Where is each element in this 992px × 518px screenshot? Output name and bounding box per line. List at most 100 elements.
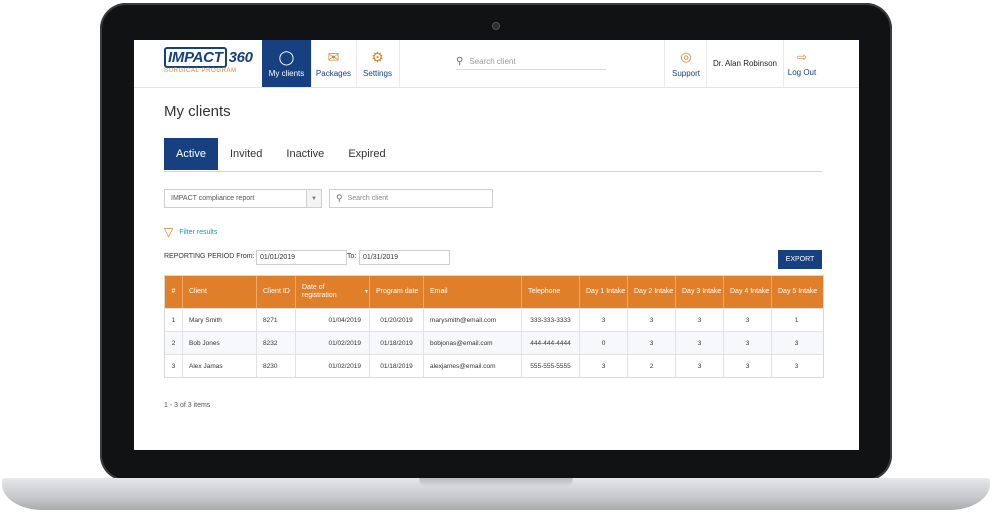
- col-day3[interactable]: Day 3 Intake: [676, 276, 724, 308]
- search-icon: ⚲: [336, 193, 343, 203]
- cell-program-date: 01/18/2019: [370, 332, 424, 354]
- col-registration-label: Date of registration: [302, 284, 337, 299]
- cell-telephone: 555-555-5555: [522, 355, 580, 377]
- client-search-input[interactable]: ⚲ Search client: [329, 189, 493, 208]
- pagination-summary: 1 - 3 of 3 items: [164, 402, 211, 409]
- search-icon: ⚲: [456, 56, 464, 67]
- col-telephone[interactable]: Telephone: [522, 276, 580, 308]
- cell-client-id: 8230: [257, 355, 296, 377]
- page-title: My clients: [164, 103, 231, 120]
- cell-day1: 3: [580, 355, 628, 377]
- export-button[interactable]: EXPORT: [778, 250, 822, 269]
- cell-client[interactable]: Alex Jamas: [183, 355, 257, 377]
- cell-program-date: 01/18/2019: [370, 355, 424, 377]
- client-search-placeholder: Search client: [347, 195, 389, 202]
- col-number[interactable]: #: [165, 276, 183, 308]
- col-client-id[interactable]: Client ID: [257, 276, 296, 308]
- cell-day3: 3: [676, 332, 724, 354]
- support-label: Support: [671, 69, 701, 78]
- cell-day5: 3: [794, 339, 799, 347]
- logo-number: 360: [228, 49, 253, 66]
- cell-client[interactable]: Bob Jones: [183, 332, 257, 354]
- cell-day2: 3: [628, 332, 676, 354]
- col-day1[interactable]: Day 1 Intake: [580, 276, 628, 308]
- cell-program-date: 01/20/2019: [370, 309, 424, 331]
- cell-client[interactable]: Mary Smith: [183, 309, 257, 331]
- tab-expired[interactable]: Expired: [336, 138, 397, 170]
- date-from-field[interactable]: 01/01/2019: [256, 250, 347, 265]
- mail-icon: ✉: [327, 49, 340, 65]
- app-screen: IMPACT 360 SURGICAL PROGRAM ◯ My clients …: [134, 40, 859, 450]
- cell-number: 1: [165, 309, 183, 331]
- cell-number: 2: [165, 332, 183, 354]
- to-label: To:: [347, 253, 357, 260]
- date-to-field[interactable]: 01/31/2019: [359, 250, 450, 265]
- cell-day4: 3: [724, 309, 772, 331]
- support-button[interactable]: ◎ Support: [664, 40, 707, 87]
- header-search-placeholder: Search client: [469, 57, 516, 66]
- cell-email: marysmith@email.com: [424, 309, 522, 331]
- cell-day1: 3: [580, 309, 628, 331]
- logo-subtitle: SURGICAL PROGRAM: [164, 68, 237, 74]
- logo-brand: IMPACT: [164, 47, 227, 68]
- table-row[interactable]: 3 Alex Jamas 8230 01/02/2019 01/18/2019 …: [165, 354, 823, 377]
- filter-icon: ▽: [164, 225, 174, 239]
- table-row[interactable]: 1 Mary Smith 8271 01/04/2019 01/20/2019 …: [165, 308, 823, 331]
- gear-icon: ⚙: [371, 49, 384, 65]
- cell-client-id: 8232: [257, 332, 296, 354]
- cell-day2: 2: [628, 355, 676, 377]
- col-day5[interactable]: Day 5 Intake: [772, 276, 821, 308]
- cell-day4: 3: [724, 332, 772, 354]
- user-icon: ◯: [278, 49, 295, 65]
- cell-day3: 3: [676, 309, 724, 331]
- sort-down-icon[interactable]: ▼: [364, 288, 369, 296]
- table-header: # Client Client ID Date of registration …: [165, 276, 823, 308]
- cell-registration: 01/04/2019: [296, 309, 370, 331]
- nav-packages-label: Packages: [315, 69, 352, 78]
- report-select-value: IMPACT compliance report: [171, 195, 255, 202]
- table-row[interactable]: 2 Bob Jones 8232 01/02/2019 01/18/2019 b…: [165, 331, 823, 354]
- nav-my-clients-label: My clients: [268, 69, 305, 78]
- logout-button[interactable]: ⇨ Log Out: [782, 40, 822, 87]
- logout-label: Log Out: [787, 68, 817, 77]
- col-day4[interactable]: Day 4 Intake: [724, 276, 772, 308]
- cell-registration: 01/02/2019: [296, 355, 370, 377]
- status-tabs: Active Invited Inactive Expired: [164, 138, 822, 172]
- tab-invited[interactable]: Invited: [218, 138, 274, 170]
- filter-results-label: Filter results: [179, 228, 218, 236]
- chevron-down-icon: ▼: [306, 190, 321, 207]
- cell-client-id: 8271: [257, 309, 296, 331]
- filter-results-link[interactable]: ▽ Filter results: [164, 225, 217, 239]
- cell-day1: 0: [580, 332, 628, 354]
- col-registration[interactable]: Date of registration ▼: [296, 276, 370, 308]
- logo-title: IMPACT 360: [164, 47, 253, 68]
- top-bar: IMPACT 360 SURGICAL PROGRAM ◯ My clients …: [134, 40, 859, 88]
- header-search[interactable]: ⚲ Search client: [456, 54, 606, 70]
- col-email[interactable]: Email: [424, 276, 522, 308]
- cell-day2: 3: [628, 309, 676, 331]
- report-select[interactable]: IMPACT compliance report ▼: [164, 189, 322, 208]
- tab-active[interactable]: Active: [164, 138, 218, 170]
- cell-email: alexjames@email.com: [424, 355, 522, 377]
- nav-settings-label: Settings: [363, 69, 392, 78]
- tab-inactive[interactable]: Inactive: [274, 138, 336, 170]
- laptop-notch: [419, 478, 573, 487]
- cell-day5: 1: [794, 316, 799, 324]
- reporting-period-label: REPORTING PERIOD From:: [164, 253, 255, 260]
- cell-email: bobjonas@email.com: [424, 332, 522, 354]
- user-name[interactable]: Dr. Alan Robinson: [706, 40, 784, 87]
- impact-360-logo[interactable]: IMPACT 360 SURGICAL PROGRAM: [164, 47, 253, 74]
- cell-day3: 3: [676, 355, 724, 377]
- col-day2[interactable]: Day 2 Intake: [628, 276, 676, 308]
- cell-telephone: 333-333-3333: [522, 309, 580, 331]
- cell-number: 3: [165, 355, 183, 377]
- col-client[interactable]: Client: [183, 276, 257, 308]
- nav-my-clients[interactable]: ◯ My clients: [262, 40, 312, 87]
- cell-registration: 01/02/2019: [296, 332, 370, 354]
- col-program-date[interactable]: Program date: [370, 276, 424, 308]
- lifebuoy-icon: ◎: [680, 49, 692, 64]
- clients-table: # Client Client ID Date of registration …: [164, 275, 824, 378]
- cell-day5: 3: [794, 362, 799, 370]
- nav-packages[interactable]: ✉ Packages: [311, 40, 357, 87]
- nav-settings[interactable]: ⚙ Settings: [356, 40, 400, 87]
